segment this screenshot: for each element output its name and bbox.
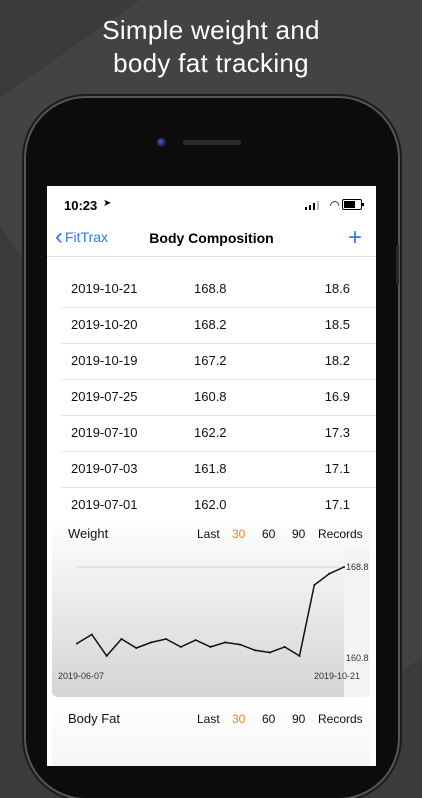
bf-range-last-label: Last <box>197 712 220 726</box>
row-date: 2019-07-01 <box>71 497 138 512</box>
bodyfat-chart-card: Body Fat Last 30 60 90 Records <box>52 702 370 766</box>
row-body-fat: 17.1 <box>324 497 350 512</box>
row-body-fat: 18.5 <box>324 317 350 332</box>
row-body-fat: 18.2 <box>324 353 350 368</box>
bf-range-option-records[interactable]: Records <box>318 712 363 726</box>
y-min-label: 160.8 <box>346 653 369 663</box>
x-start-label: 2019-06-07 <box>58 671 104 681</box>
weight-series-line <box>76 566 345 658</box>
row-weight: 168.8 <box>194 281 227 296</box>
weight-point-4 <box>135 647 138 649</box>
bodyfat-card-title: Body Fat <box>68 711 121 726</box>
row-body-fat: 17.3 <box>324 425 350 440</box>
range-option-60[interactable]: 60 <box>262 527 275 541</box>
location-arrow-icon: ➤ <box>103 198 112 209</box>
row-weight: 162.2 <box>194 425 227 440</box>
weight-point-15 <box>298 654 301 657</box>
bf-range-option-90[interactable]: 90 <box>292 712 305 726</box>
weight-point-8 <box>194 639 197 642</box>
row-date: 2019-10-20 <box>71 317 138 332</box>
row-body-fat: 18.6 <box>324 281 350 296</box>
bf-range-option-30[interactable]: 30 <box>232 712 245 726</box>
range-option-30[interactable]: 30 <box>232 527 245 541</box>
table-row[interactable]: 2019-10-20 168.2 18.5 <box>61 308 376 344</box>
weight-card-title: Weight <box>68 526 109 541</box>
weight-point-9 <box>209 645 212 648</box>
add-record-button[interactable]: + <box>348 224 362 252</box>
range-option-90[interactable]: 90 <box>292 527 305 541</box>
row-body-fat: 17.1 <box>324 461 350 476</box>
wifi-icon: ◠ <box>329 198 340 212</box>
row-date: 2019-10-19 <box>71 353 138 368</box>
bodyfat-card-header: Body Fat Last 30 60 90 Records <box>52 702 370 734</box>
weight-point-0 <box>76 642 78 645</box>
records-table: 2019-10-21 168.8 18.6 2019-10-20 168.2 1… <box>61 272 376 523</box>
weight-point-11 <box>239 643 242 646</box>
y-max-label: 168.8 <box>346 562 369 572</box>
page-title: Body Composition <box>149 230 274 246</box>
weight-point-3 <box>120 638 123 640</box>
headline-line-1: Simple weight and <box>102 15 320 45</box>
x-end-label: 2019-10-21 <box>314 671 360 681</box>
navigation-bar: ‹ FitTrax Body Composition + <box>47 224 376 257</box>
row-body-fat: 16.9 <box>324 389 350 404</box>
headline-line-2: body fat tracking <box>113 48 309 78</box>
weight-point-16 <box>313 584 316 586</box>
speaker-grille <box>183 140 241 145</box>
weight-point-13 <box>268 651 271 654</box>
range-last-label: Last <box>197 527 220 541</box>
row-weight: 168.2 <box>194 317 227 332</box>
row-date: 2019-10-21 <box>71 281 138 296</box>
range-option-records[interactable]: Records <box>318 527 363 541</box>
weight-point-7 <box>179 645 182 648</box>
row-weight: 161.8 <box>194 461 227 476</box>
weight-line-chart: 168.8 160.8 2019-06-07 2019-10-21 <box>58 549 370 697</box>
bf-range-option-60[interactable]: 60 <box>262 712 275 726</box>
weight-point-17 <box>328 572 331 575</box>
weight-point-12 <box>254 649 256 652</box>
table-row[interactable]: 2019-07-25 160.8 16.9 <box>61 380 376 416</box>
status-bar: 10:23 ➤ ◠ <box>47 186 376 224</box>
weight-point-1 <box>90 633 93 636</box>
weight-card-header: Weight Last 30 60 90 Records <box>52 517 370 549</box>
row-weight: 160.8 <box>194 389 227 404</box>
camera-icon <box>157 138 166 147</box>
row-date: 2019-07-03 <box>71 461 138 476</box>
signal-bars-icon <box>305 200 319 210</box>
row-date: 2019-07-10 <box>71 425 138 440</box>
weight-point-6 <box>165 638 167 640</box>
table-row[interactable]: 2019-10-21 168.8 18.6 <box>61 272 376 308</box>
weight-point-18 <box>343 566 345 568</box>
table-row[interactable]: 2019-07-03 161.8 17.1 <box>61 452 376 488</box>
weight-point-10 <box>224 641 227 644</box>
side-button <box>396 245 399 285</box>
status-time: 10:23 <box>64 198 98 213</box>
app-screen: 10:23 ➤ ◠ ‹ FitTrax Body Composition + 2… <box>47 186 376 766</box>
weight-point-14 <box>283 645 286 648</box>
row-weight: 162.0 <box>194 497 227 512</box>
table-row[interactable]: 2019-07-10 162.2 17.3 <box>61 416 376 452</box>
weight-chart-card: Weight Last 30 60 90 Records 168.8 160.8… <box>52 517 370 697</box>
table-row[interactable]: 2019-10-19 167.2 18.2 <box>61 344 376 380</box>
row-date: 2019-07-25 <box>71 389 138 404</box>
weight-point-5 <box>150 641 153 644</box>
weight-point-2 <box>105 654 108 657</box>
marketing-headline: Simple weight and body fat tracking <box>0 14 422 80</box>
row-weight: 167.2 <box>194 353 227 368</box>
weight-chart: 168.8 160.8 2019-06-07 2019-10-21 <box>52 549 370 697</box>
battery-icon <box>342 199 364 210</box>
